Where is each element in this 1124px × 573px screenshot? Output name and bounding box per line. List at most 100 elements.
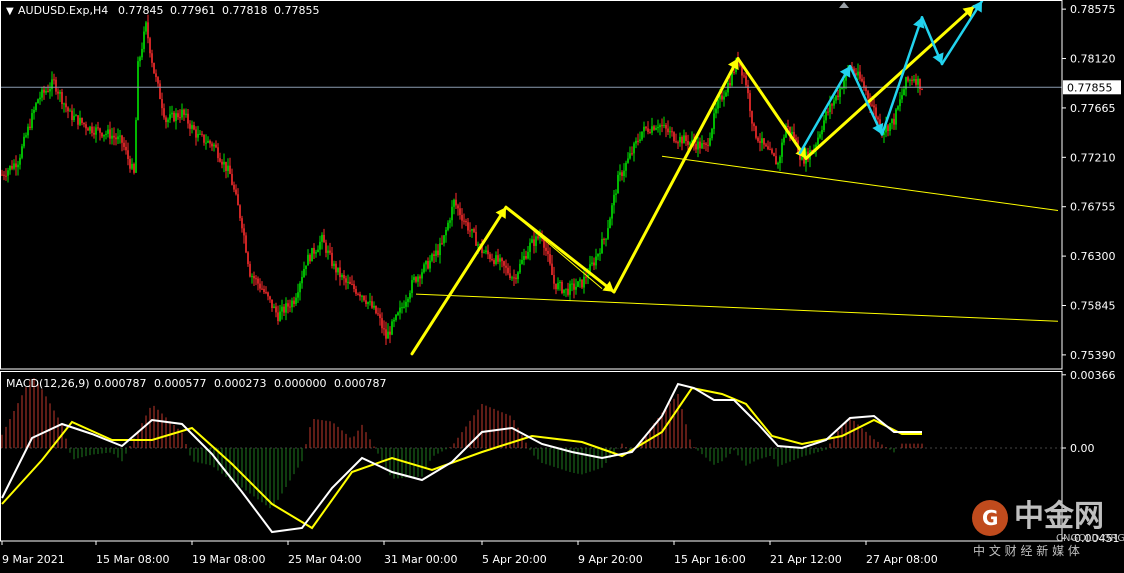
candle[interactable] [759,133,761,152]
candle[interactable] [57,88,59,100]
candle[interactable] [43,85,45,100]
candle[interactable] [305,265,307,276]
candle[interactable] [21,143,23,160]
candle[interactable] [465,218,467,227]
candle[interactable] [521,251,523,265]
chart-svg[interactable]: 0.78575 0.78120 0.77665 0.77210 0.76755 0.763… [0,0,1124,569]
candle[interactable] [127,142,129,166]
candle[interactable] [355,285,357,297]
candle[interactable] [239,204,241,221]
candle[interactable] [75,113,77,117]
candle[interactable] [95,124,97,143]
candle[interactable] [297,283,299,304]
candle[interactable] [485,246,487,255]
candle[interactable] [755,125,757,140]
candle[interactable] [145,20,147,35]
candle[interactable] [611,202,613,226]
candle[interactable] [273,303,275,309]
candle[interactable] [757,136,759,143]
candle[interactable] [181,103,183,120]
candle[interactable] [461,208,463,229]
candle[interactable] [125,140,127,155]
candle[interactable] [235,184,237,196]
candle[interactable] [19,154,21,170]
candle[interactable] [527,245,529,260]
candle[interactable] [711,127,713,141]
candle[interactable] [907,75,909,83]
candle[interactable] [469,222,471,238]
candle[interactable] [291,297,293,313]
candle[interactable] [335,261,337,281]
candle[interactable] [513,269,515,287]
candle[interactable] [25,132,27,139]
candle[interactable] [357,292,359,296]
candle[interactable] [193,121,195,131]
candle[interactable] [97,121,99,131]
candle[interactable] [405,294,407,313]
candle[interactable] [535,232,537,253]
candle[interactable] [499,254,501,271]
candle[interactable] [15,155,17,176]
candle[interactable] [411,275,413,298]
candle[interactable] [629,146,631,160]
candle[interactable] [591,256,593,267]
candle[interactable] [605,238,607,247]
candle[interactable] [55,76,57,95]
candle[interactable] [749,90,751,118]
candle[interactable] [321,232,323,250]
candle[interactable] [905,76,907,97]
candle[interactable] [533,231,535,254]
candle[interactable] [563,289,565,296]
candle[interactable] [715,102,717,119]
candle[interactable] [525,250,527,260]
candle[interactable] [529,238,531,261]
candle[interactable] [893,113,895,130]
candle[interactable] [313,243,315,259]
candle[interactable] [819,131,821,140]
candle[interactable] [361,294,363,303]
candle[interactable] [607,219,609,240]
price-plot[interactable] [1,14,923,345]
candle[interactable] [821,125,823,141]
candle[interactable] [259,278,261,293]
candle[interactable] [665,123,667,138]
candle[interactable] [773,152,775,157]
candle[interactable] [399,300,401,320]
candle[interactable] [123,137,125,151]
candle[interactable] [289,299,291,313]
candle[interactable] [387,323,389,339]
candle[interactable] [71,104,73,127]
candle[interactable] [473,227,475,234]
candle[interactable] [111,127,113,145]
candle[interactable] [747,79,749,99]
candle[interactable] [115,133,117,146]
candle[interactable] [171,105,173,118]
candle[interactable] [129,155,131,173]
candle[interactable] [327,245,329,260]
candle[interactable] [833,97,835,109]
candle[interactable] [501,257,503,268]
candle[interactable] [623,163,625,183]
candle[interactable] [425,260,427,272]
candle[interactable] [441,235,443,245]
candle[interactable] [519,259,521,275]
candle[interactable] [381,312,383,334]
candle[interactable] [175,108,177,130]
candle[interactable] [277,305,279,325]
candle[interactable] [331,246,333,269]
candle[interactable] [47,84,49,93]
candle[interactable] [625,160,627,178]
candle[interactable] [433,250,435,263]
candle[interactable] [311,247,313,262]
candle[interactable] [445,226,447,243]
candle[interactable] [63,102,65,113]
candle[interactable] [549,247,551,266]
candle[interactable] [73,108,75,123]
candle[interactable] [899,92,901,112]
candle[interactable] [705,142,707,152]
candle[interactable] [225,161,227,179]
candle[interactable] [561,280,563,295]
candle[interactable] [573,278,575,299]
candle[interactable] [377,307,379,317]
candle[interactable] [23,132,25,149]
